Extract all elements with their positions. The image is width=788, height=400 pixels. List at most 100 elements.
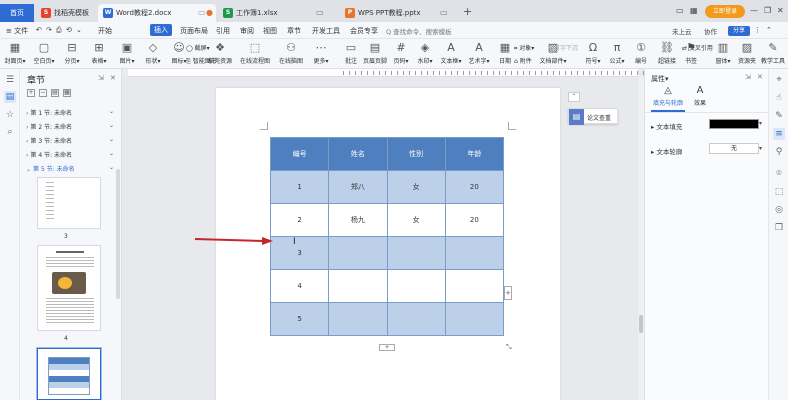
table-cell[interactable] [444, 269, 505, 303]
nav-toc-icon[interactable]: ☰ [4, 74, 16, 86]
home-tab[interactable]: 首页 [0, 4, 34, 22]
table-cell[interactable]: 女 [386, 203, 446, 237]
table-cell[interactable] [328, 269, 388, 303]
text-fill-color-swatch[interactable] [709, 119, 759, 129]
menu-more-icon[interactable]: ⌄ [76, 26, 82, 34]
edit-icon[interactable]: ✎ [773, 110, 785, 122]
close-icon[interactable]: ✕ [777, 6, 784, 15]
table-cell[interactable]: 2 [269, 203, 330, 237]
collab-button[interactable]: 协作 [704, 26, 717, 36]
attachment-button[interactable]: ⌂ 附件 [514, 56, 532, 65]
text-outline-select[interactable]: 无 [709, 143, 759, 154]
table-cell[interactable] [386, 236, 446, 270]
table-cell[interactable]: 1 [269, 170, 330, 204]
table-cell[interactable] [444, 236, 505, 270]
nav-bookmark-icon[interactable]: ☆ [4, 109, 16, 121]
minimize-icon[interactable]: — [750, 6, 758, 15]
teaching-tools-button[interactable]: ✎ 教学工具 [758, 41, 788, 65]
section-settings-icon[interactable]: ▦ [63, 89, 71, 97]
scrollbar-thumb[interactable] [639, 315, 643, 333]
add-section-icon[interactable]: + [27, 89, 35, 97]
menu-layout[interactable]: 页面布局 [180, 26, 208, 36]
cover-page-button[interactable]: ▦ 封面页▾ [0, 41, 30, 65]
select-icon[interactable]: ⌖ [773, 74, 785, 86]
cross-reference-button[interactable]: ⇄ 交叉引用 [682, 43, 713, 52]
tab-template[interactable]: S 找稻壳模板 [36, 4, 98, 22]
login-button[interactable]: 立即登录 [705, 5, 745, 18]
screenshot-button[interactable]: ◯ 截屏▾ [186, 43, 210, 52]
table-cell[interactable]: 20 [444, 203, 505, 237]
cloud-status[interactable]: 未上云 [672, 26, 692, 36]
target-icon[interactable]: ◎ [773, 204, 785, 216]
gesture-icon[interactable]: ☝ [773, 92, 785, 104]
chapter-options-icon[interactable]: ⌄ [109, 108, 114, 115]
text-outline-label[interactable]: ▸ 文本轮廓 [651, 146, 682, 156]
panel-close-icon[interactable]: ✕ [110, 74, 116, 82]
object-button[interactable]: ⌗ 对象▾ [514, 43, 534, 53]
table-cell[interactable]: 杨九 [328, 203, 388, 237]
add-column-button[interactable]: + [504, 286, 512, 300]
menu-back-icon[interactable]: ↶ [36, 26, 42, 34]
page-thumbnail-4[interactable] [37, 245, 101, 331]
header-age[interactable]: 年龄 [444, 137, 505, 171]
collapse-ribbon-icon[interactable]: ⌃ [766, 26, 772, 34]
add-tab-button[interactable]: + [463, 5, 472, 18]
frame-icon[interactable]: ⬚ [773, 186, 785, 198]
map-icon[interactable]: ⌾ [773, 168, 785, 180]
window-icon[interactable]: ❐ [773, 222, 785, 234]
chapter-options-icon[interactable]: ⌄ [109, 164, 114, 171]
nav-chapter-icon[interactable]: ▤ [4, 91, 16, 103]
properties-icon[interactable]: ≡ [773, 128, 785, 140]
more-button[interactable]: ⋯ 更多▾ [306, 41, 336, 65]
nav-search-icon[interactable]: ⌕ [4, 126, 16, 138]
table-cell[interactable] [328, 236, 388, 270]
menu-print-icon[interactable]: ⎙ [56, 26, 62, 35]
maximize-icon[interactable]: ❐ [764, 6, 771, 15]
chapter-options-icon[interactable]: ⌄ [109, 136, 114, 143]
online-flowchart-button[interactable]: ⬚ 在线流程图 [240, 41, 270, 65]
table-cell[interactable] [328, 302, 388, 336]
online-mindmap-button[interactable]: ⚇ 在线脑图 [276, 41, 306, 65]
panel-close-icon[interactable]: ✕ [757, 73, 763, 81]
table-cell[interactable]: 3 [269, 236, 330, 270]
share-button[interactable]: 分享 [728, 26, 750, 36]
text-box-button[interactable]: A 文本框▾ [436, 41, 466, 65]
header-gender[interactable]: 性别 [386, 137, 446, 171]
layout-icon[interactable]: ▭ [676, 6, 684, 15]
table-button[interactable]: ⊞ 表格▾ [84, 41, 114, 65]
scroll-up-button[interactable]: ⌃ [568, 92, 580, 102]
add-row-button[interactable]: + [379, 344, 395, 351]
paper-check-button[interactable]: ▤ 论文查重 [568, 108, 618, 125]
data-table[interactable]: 编号 姓名 性别 年龄 1 郑八 女 20 2 杨九 女 20 3 4 5 [269, 137, 505, 336]
menu-member[interactable]: 会员专享 [350, 26, 378, 36]
page-thumbnail-5[interactable] [36, 347, 102, 400]
chevron-down-icon[interactable]: ▾ [759, 145, 762, 152]
text-fill-label[interactable]: ▸ 文本填充 [651, 121, 682, 131]
chapter-item-3[interactable]: › 第 3 节: 未命名 ⌄ [26, 136, 116, 145]
blank-page-button[interactable]: ▢ 空白页▾ [29, 41, 59, 65]
chapter-options-icon[interactable]: ⌄ [109, 150, 114, 157]
tab-effects[interactable]: A 效果 [683, 85, 717, 107]
tab-fill-outline[interactable]: ◬ 填充与轮廓 [651, 85, 685, 107]
menu-chapter[interactable]: 章节 [287, 26, 301, 36]
page-break-button[interactable]: ⊟ 分页▾ [57, 41, 87, 65]
header-name[interactable]: 姓名 [328, 137, 388, 171]
tab-ppt-doc[interactable]: P WPS PPT教程.pptx ▭ [340, 4, 460, 22]
page-thumbnail-3[interactable] [37, 177, 101, 229]
panel-pin-icon[interactable]: ⇲ [745, 73, 751, 81]
chapters-scrollbar[interactable] [116, 169, 120, 299]
menu-developer[interactable]: 开发工具 [312, 26, 340, 36]
menu-review[interactable]: 审阅 [240, 26, 254, 36]
menu-references[interactable]: 引用 [216, 26, 230, 36]
menu-file[interactable]: ≡ 文件 [6, 26, 28, 36]
table-cell[interactable] [444, 302, 505, 336]
table-cell[interactable]: 20 [444, 170, 505, 204]
more-menu-icon[interactable]: ⋮ [754, 26, 761, 34]
search-icon[interactable]: ⚲ [773, 146, 785, 158]
remove-section-icon[interactable]: − [39, 89, 47, 97]
merge-section-icon[interactable]: ▤ [51, 89, 59, 97]
table-cell[interactable]: 女 [386, 170, 446, 204]
chapter-item-1[interactable]: › 第 1 节: 未命名 ⌄ [26, 108, 116, 117]
menu-view[interactable]: 视图 [263, 26, 277, 36]
tab-excel-doc[interactable]: S 工作簿1.xlsx ▭ [218, 4, 328, 22]
